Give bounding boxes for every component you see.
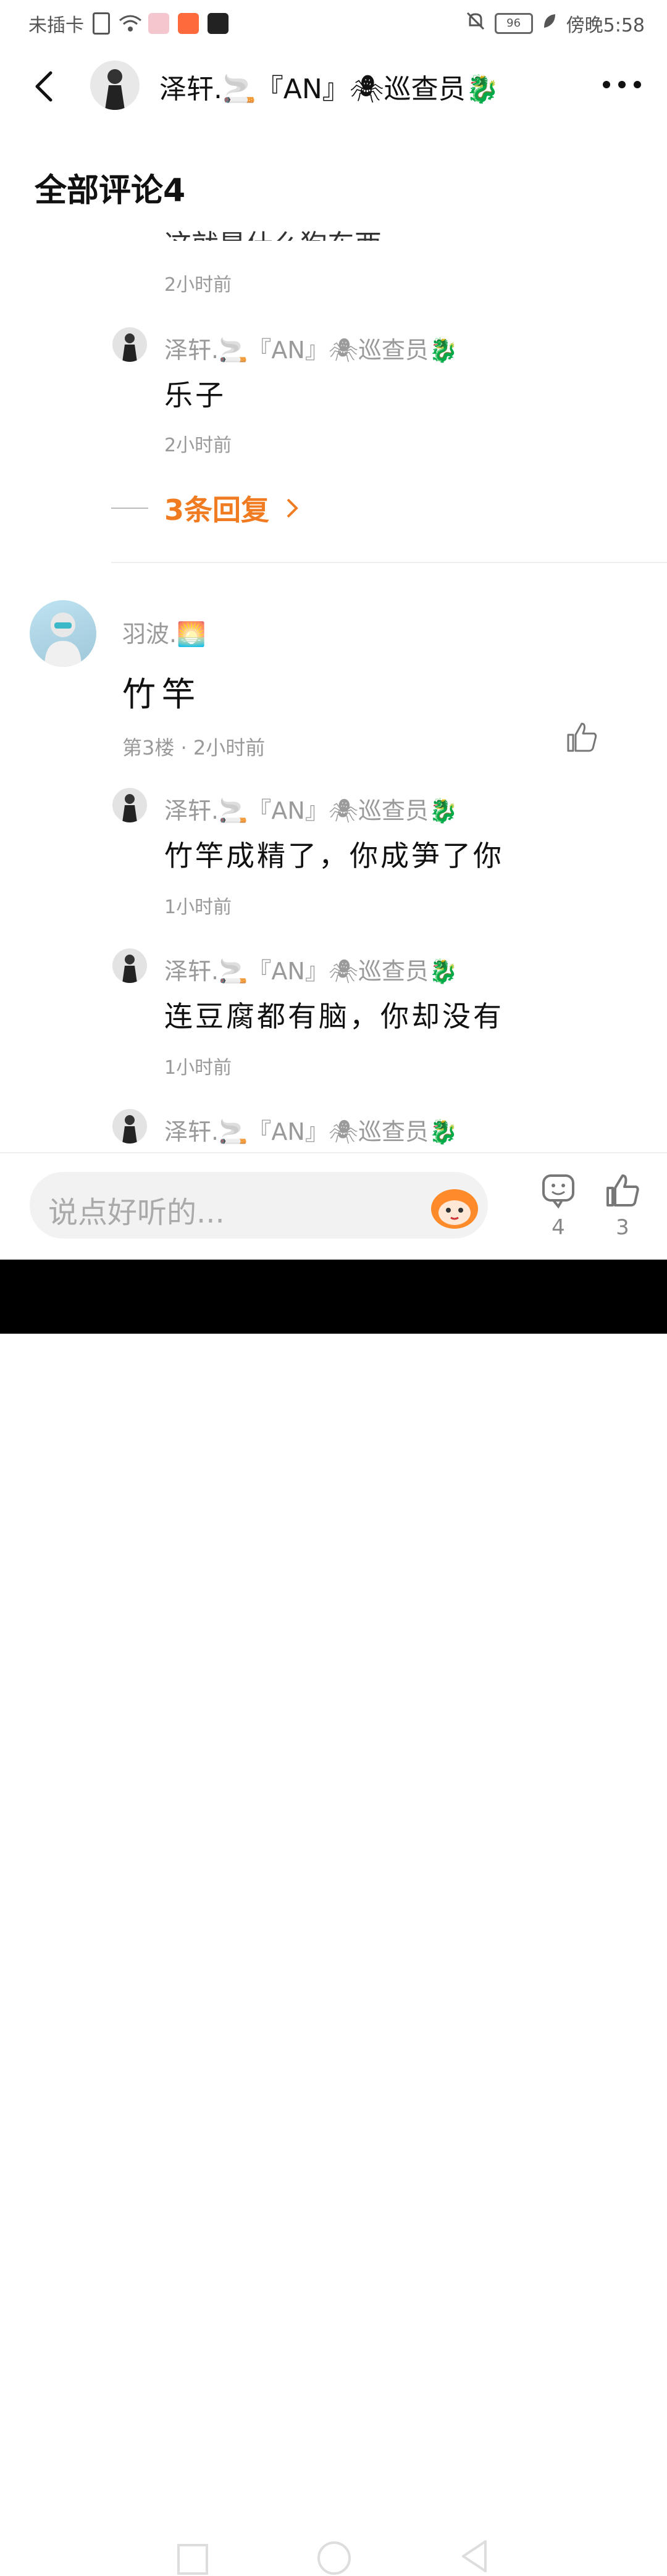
- reply-avatar[interactable]: [112, 1109, 147, 1144]
- like-count: 3: [616, 1215, 629, 1240]
- battery-indicator: 96: [494, 13, 533, 34]
- more-dot: [634, 81, 641, 88]
- clipped-reply-text: 这就是什么狗东西: [164, 222, 382, 241]
- comment-avatar[interactable]: [30, 600, 96, 667]
- comment-meta: 第3楼 · 2小时前: [122, 736, 266, 759]
- chevron-right-icon: [287, 498, 298, 518]
- chevron-left-icon: [35, 71, 52, 102]
- clock-text: 傍晚5:58: [566, 15, 645, 36]
- home-button[interactable]: [317, 2541, 351, 2575]
- like-count-button[interactable]: [604, 1172, 641, 1209]
- reply-text: 乐子: [164, 378, 226, 412]
- more-dot: [618, 81, 626, 88]
- reply-text: 竹竿成精了，你成笋了你: [164, 839, 504, 872]
- back-nav-button[interactable]: [459, 2539, 489, 2574]
- header-username[interactable]: 泽轩.🚬『AN』🕷巡查员🐉: [159, 67, 499, 106]
- divider-line: [111, 508, 148, 509]
- recents-button[interactable]: [177, 2544, 208, 2575]
- reply-time: 1小时前: [164, 1057, 232, 1079]
- sim-status-text: 未插卡: [28, 15, 84, 36]
- mascot-emoji-icon[interactable]: [429, 1182, 480, 1230]
- reply-username[interactable]: 泽轩.🚬『AN』🕷巡查员🐉: [164, 952, 458, 986]
- more-replies-label: 3条回复: [164, 493, 270, 527]
- comment-smile-icon: [542, 1174, 574, 1209]
- view-more-replies-link[interactable]: 3条回复: [111, 488, 299, 529]
- comment-text: 竹竿: [122, 675, 201, 714]
- reply-avatar[interactable]: [112, 788, 147, 822]
- sim-icon: [93, 12, 110, 35]
- comment-count-button[interactable]: [540, 1172, 577, 1209]
- comment-divider: [111, 562, 667, 563]
- thumbs-up-icon: [567, 722, 597, 752]
- reply-time: 2小时前: [164, 435, 232, 456]
- thumbs-up-icon: [606, 1174, 639, 1206]
- reply-username[interactable]: 泽轩.🚬『AN』🕷巡查员🐉: [164, 1113, 458, 1147]
- taobao-app-icon: [178, 13, 199, 34]
- wifi-icon: [119, 13, 141, 34]
- comment-count: 4: [552, 1215, 565, 1240]
- back-button[interactable]: [27, 68, 64, 105]
- reply-username[interactable]: 泽轩.🚬『AN』🕷巡查员🐉: [164, 331, 458, 365]
- more-button[interactable]: [603, 77, 641, 93]
- reply-avatar[interactable]: [112, 948, 147, 983]
- reply-username[interactable]: 泽轩.🚬『AN』🕷巡查员🐉: [164, 792, 458, 826]
- leaf-icon: [542, 12, 558, 35]
- mute-bell-icon: [465, 10, 486, 36]
- header-avatar[interactable]: [90, 61, 140, 110]
- app-notification-icon: [148, 13, 169, 34]
- status-bar: 未插卡 96 傍晚5:58: [0, 0, 667, 44]
- screen-record-icon: [208, 13, 229, 34]
- more-dot: [603, 81, 610, 88]
- reply-time: 2小时前: [164, 274, 232, 296]
- comment-input-placeholder: 说点好听的...: [48, 1195, 225, 1230]
- reply-time: 1小时前: [164, 897, 232, 918]
- section-title: 全部评论4: [35, 172, 186, 209]
- comment-like-button[interactable]: [564, 720, 599, 755]
- reply-avatar[interactable]: [112, 327, 147, 362]
- comment-username[interactable]: 羽波.🌅: [122, 615, 206, 649]
- reply-text: 连豆腐都有脑，你却没有: [164, 1000, 504, 1033]
- triangle-back-icon: [462, 2540, 487, 2572]
